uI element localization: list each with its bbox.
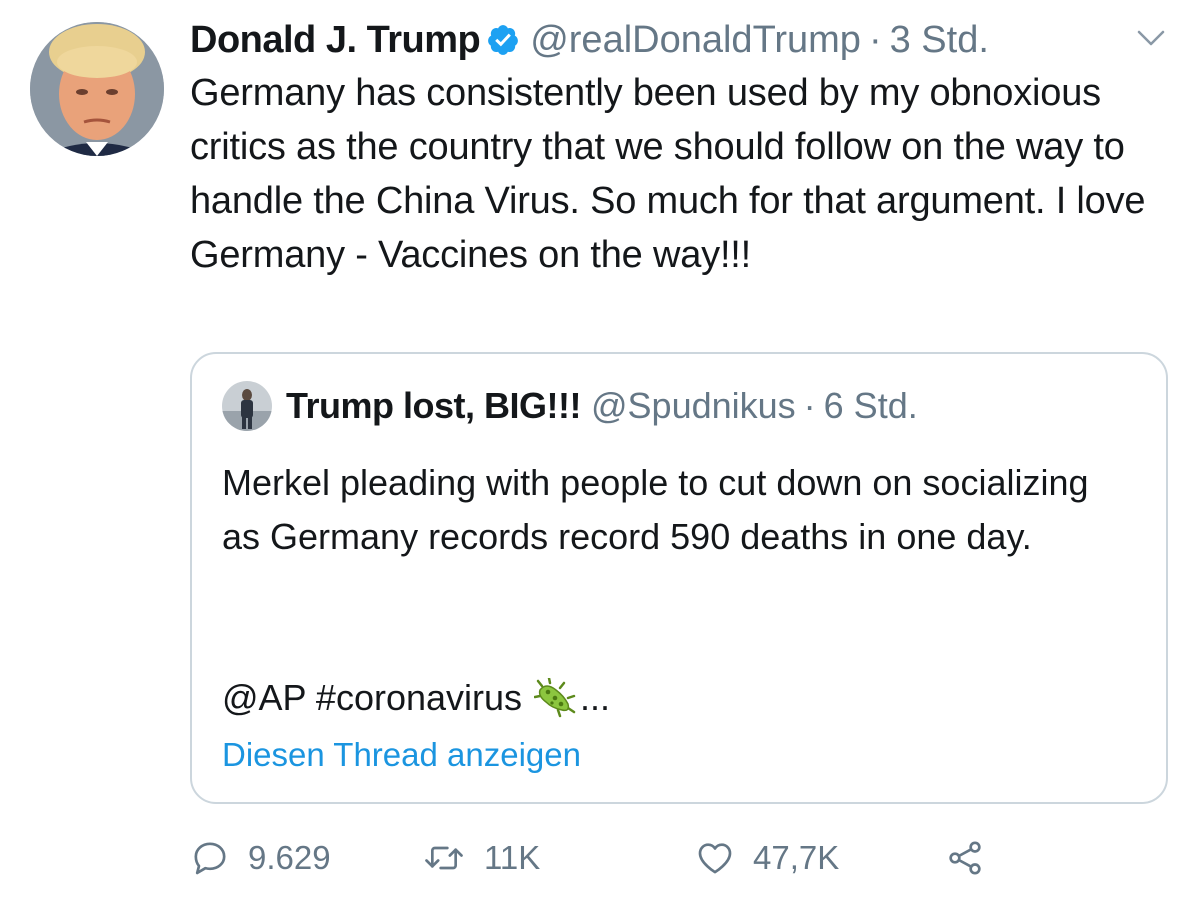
quoted-tags-text: @AP #coronavirus [222, 677, 523, 718]
chevron-down-icon[interactable] [1136, 26, 1166, 50]
quoted-tweet-tags: @AP #coronavirus ... [222, 672, 610, 724]
show-thread-link[interactable]: Diesen Thread anzeigen [222, 736, 581, 774]
quoted-author-name: Trump lost, BIG!!! [286, 385, 581, 426]
verified-badge-icon [486, 23, 520, 57]
tweet-actions: 9.629 11K 47,7K [190, 832, 1190, 884]
share-button[interactable] [945, 832, 1003, 884]
like-count: 47,7K [753, 839, 840, 876]
truncation-ellipsis: ... [580, 677, 611, 718]
retweet-count: 11K [484, 839, 541, 876]
heart-icon [698, 843, 732, 874]
quoted-tweet-header: Trump lost, BIG!!! @Spudnikus · 6 Std. [222, 378, 918, 434]
author-handle[interactable]: @realDonaldTrump [530, 19, 861, 62]
tweet-text: Germany has consistently been used by my… [190, 72, 1146, 276]
author-name[interactable]: Donald J. Trump [190, 19, 481, 62]
retweet-icon [425, 846, 463, 870]
retweet-button[interactable]: 11K [422, 832, 540, 884]
tweet-timestamp[interactable]: 3 Std. [890, 19, 989, 62]
microbe-emoji-icon [534, 678, 578, 718]
tweet-header: Donald J. Trump @realDonaldTrump · 3 Std… [190, 14, 989, 66]
quoted-tweet[interactable]: Trump lost, BIG!!! @Spudnikus · 6 Std. M… [190, 352, 1168, 804]
header-separator: · [868, 18, 882, 61]
reply-icon [194, 842, 226, 875]
like-button[interactable]: 47,7K [695, 832, 839, 884]
tweet: Donald J. Trump @realDonaldTrump · 3 Std… [0, 0, 1200, 902]
quoted-tweet-text: Merkel pleading with people to cut down … [222, 462, 1089, 557]
quoted-author-avatar [222, 381, 272, 431]
quoted-tweet-timestamp: 6 Std. [823, 385, 918, 426]
reply-button[interactable]: 9.629 [190, 832, 331, 884]
quoted-header-separator: · [803, 385, 816, 426]
quoted-author-handle: @Spudnikus [590, 385, 796, 426]
reply-count: 9.629 [248, 839, 331, 876]
share-icon [949, 841, 981, 875]
author-avatar[interactable] [30, 22, 164, 156]
